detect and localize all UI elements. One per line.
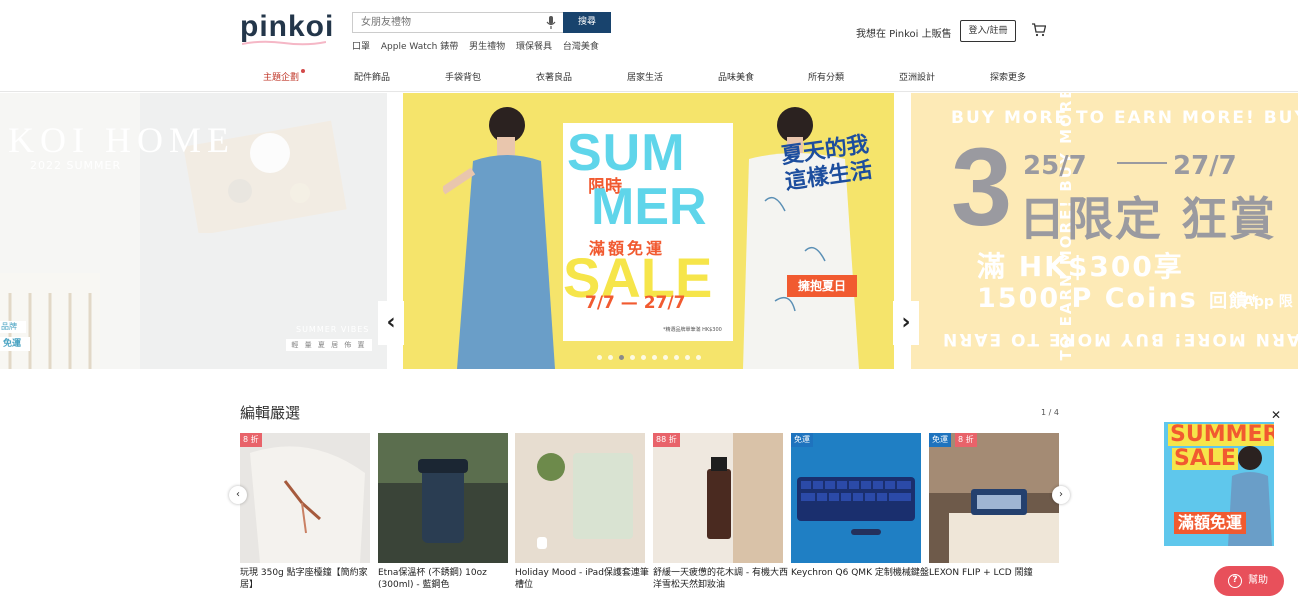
banner-right-app: App 限 xyxy=(1243,294,1293,310)
floating-promo[interactable]: SUMMER SALE 滿額免運 xyxy=(1164,422,1274,546)
banner-mer-text: MER xyxy=(591,178,707,236)
carousel-dot[interactable] xyxy=(641,355,646,360)
logo-text: pinkoi xyxy=(240,10,335,43)
banner-right-repeat-top: BUY MORE TO EARN MORE! BUY MORE TO EARN xyxy=(951,108,1298,128)
banner-left-tag-free: 免運 xyxy=(0,337,30,351)
product-name[interactable]: 玩現 350g 點字座檯鐘【簡約家居】 xyxy=(240,567,380,591)
nav-item-accessories[interactable]: 配件飾品 xyxy=(354,70,390,83)
banner-embrace-summer: 擁抱夏日 xyxy=(787,275,857,297)
nav-item-explore[interactable]: 探索更多 xyxy=(990,70,1026,83)
banner-left-subtitle: 2022 SUMMER xyxy=(30,159,122,172)
carousel-dot[interactable] xyxy=(597,355,602,360)
search-input[interactable] xyxy=(353,13,563,32)
carousel-next-arrow-icon[interactable]: › xyxy=(893,301,919,345)
nav-item-asia-design[interactable]: 亞洲設計 xyxy=(899,70,935,83)
products-next-icon[interactable]: › xyxy=(1052,486,1070,504)
promo-sale: SALE xyxy=(1172,446,1238,471)
quick-link[interactable]: 男生禮物 xyxy=(469,42,505,52)
promo-summer: SUMMER xyxy=(1168,424,1274,446)
carousel-dot[interactable] xyxy=(663,355,668,360)
question-icon: ? xyxy=(1228,574,1242,588)
search-button[interactable]: 搜尋 xyxy=(563,12,611,33)
nav-item-clothing[interactable]: 衣著良品 xyxy=(536,70,572,83)
banner-carousel: KOI HOME 2022 SUMMER SUMMER VIBES 輕 量 夏 … xyxy=(0,93,1298,369)
banner-slide-active[interactable]: SUM 限時 MER 滿額免運 SALE 7/7 — 27/7 *精選品牌單筆滿… xyxy=(403,93,894,369)
new-dot-icon xyxy=(301,69,305,73)
carousel-dot[interactable] xyxy=(696,355,701,360)
carousel-dot[interactable] xyxy=(652,355,657,360)
discount-badge: 8 折 xyxy=(955,433,977,447)
help-button[interactable]: ? 幫助 xyxy=(1214,566,1284,596)
help-label: 幫助 xyxy=(1248,575,1268,586)
discount-badge: 88 折 xyxy=(653,433,680,447)
nav-item-bags[interactable]: 手袋背包 xyxy=(445,70,481,83)
nav-item-food[interactable]: 品味美食 xyxy=(718,70,754,83)
site-header: pinkoi 搜尋 口罩 Apple Watch 錶帶 男生禮物 環保餐具 台灣… xyxy=(0,0,1298,92)
banner-right-big-number: 3 xyxy=(951,126,1013,249)
product-name[interactable]: Holiday Mood - iPad保護套連筆槽位 xyxy=(515,567,655,591)
banner-slide-next[interactable]: BUY MORE TO EARN MORE! BUY MORE TO EARN … xyxy=(911,93,1298,369)
product-image xyxy=(378,433,508,563)
banner-left-title: KOI HOME xyxy=(8,120,235,160)
coins-amount: 1500 P Coins xyxy=(977,283,1198,314)
banner-right-dash xyxy=(1117,162,1167,164)
banner-dates: 7/7 — 27/7 xyxy=(585,293,686,313)
pinkoi-logo[interactable]: pinkoi xyxy=(240,10,335,46)
carousel-dot[interactable] xyxy=(685,355,690,360)
carousel-dot[interactable] xyxy=(619,355,624,360)
banner-sum-text: SUM xyxy=(567,124,686,182)
free-shipping-badge: 免運 xyxy=(929,433,951,447)
banner-right-headline: 日限定 狂賞 xyxy=(1019,192,1278,246)
logo-wave-icon xyxy=(242,40,326,46)
quick-link[interactable]: 口罩 xyxy=(352,42,370,52)
login-button[interactable]: 登入/註冊 xyxy=(960,20,1016,42)
carousel-dot[interactable] xyxy=(608,355,613,360)
carousel-dot[interactable] xyxy=(674,355,679,360)
nav-item-home[interactable]: 居家生活 xyxy=(627,70,663,83)
quick-link[interactable]: Apple Watch 錶帶 xyxy=(381,42,458,52)
product-name[interactable]: Keychron Q6 QMK 定制機械鍵盤 xyxy=(791,567,931,579)
free-shipping-badge: 免運 xyxy=(791,433,813,447)
products-prev-icon[interactable]: ‹ xyxy=(229,486,247,504)
quick-links: 口罩 Apple Watch 錶帶 男生禮物 環保餐具 台灣美食 xyxy=(352,39,607,52)
banner-right-date-start: 25/7 xyxy=(1023,151,1087,181)
carousel-prev-arrow-icon[interactable]: ‹ xyxy=(378,301,404,345)
banner-note: *精選品牌單筆滿 HK$300 xyxy=(663,327,722,333)
nav-item-all-categories[interactable]: 所有分類 xyxy=(808,70,844,83)
model-left-image xyxy=(443,107,555,369)
banner-right-repeat-bottom: BUY MORE TO EARN MORE! BUY MORE TO EARN xyxy=(941,329,1298,349)
banner-slide-prev[interactable]: KOI HOME 2022 SUMMER SUMMER VIBES 輕 量 夏 … xyxy=(0,93,387,369)
promo-close-icon[interactable]: ✕ xyxy=(1271,408,1281,422)
seller-link[interactable]: 我想在 Pinkoi 上販售 xyxy=(856,25,952,40)
section-title: 編輯嚴選 xyxy=(240,404,301,422)
banner-left-tag-brand: 品牌 xyxy=(0,321,26,333)
banner-left-vibes-sub: 輕 量 夏 居 佈 置 xyxy=(286,339,372,351)
nav-item-themes[interactable]: 主題企劃 xyxy=(263,70,299,83)
quick-link[interactable]: 環保餐具 xyxy=(516,42,552,52)
product-image xyxy=(929,433,1059,563)
product-list: 玩現 350g 點字座檯鐘【簡約家居】 8 折 Etna保溫杯 (不銹鋼) 10… xyxy=(240,433,1059,600)
product-name[interactable]: LEXON FLIP + LCD 鬧鐘 xyxy=(929,567,1069,579)
product-name[interactable]: Etna保溫杯 (不銹鋼) 10oz (300ml) - 藍鋼色 xyxy=(378,567,518,591)
section-pager: 1 / 4 xyxy=(1041,408,1059,417)
product-image xyxy=(515,433,645,563)
banner-left-vibes: SUMMER VIBES xyxy=(296,325,370,334)
banner-right-date-end: 27/7 xyxy=(1173,151,1237,181)
cart-icon[interactable] xyxy=(1032,23,1046,37)
quick-link[interactable]: 台灣美食 xyxy=(563,42,599,52)
carousel-dot[interactable] xyxy=(630,355,635,360)
product-image xyxy=(240,433,370,563)
product-name[interactable]: 舒緩一天疲憊的花木調 - 有機大西洋雪松天然卸妝油 xyxy=(653,567,793,591)
banner-right-coins: 1500 P Coins 回饋* xyxy=(977,283,1260,314)
banner-right-threshold: 滿 HK$300享 xyxy=(977,250,1184,283)
product-image xyxy=(791,433,921,563)
product-image xyxy=(653,433,783,563)
promo-free-shipping: 滿額免運 xyxy=(1174,512,1247,534)
discount-badge: 8 折 xyxy=(240,433,262,447)
search-bar: 搜尋 xyxy=(352,12,611,33)
microphone-icon[interactable] xyxy=(545,15,557,30)
